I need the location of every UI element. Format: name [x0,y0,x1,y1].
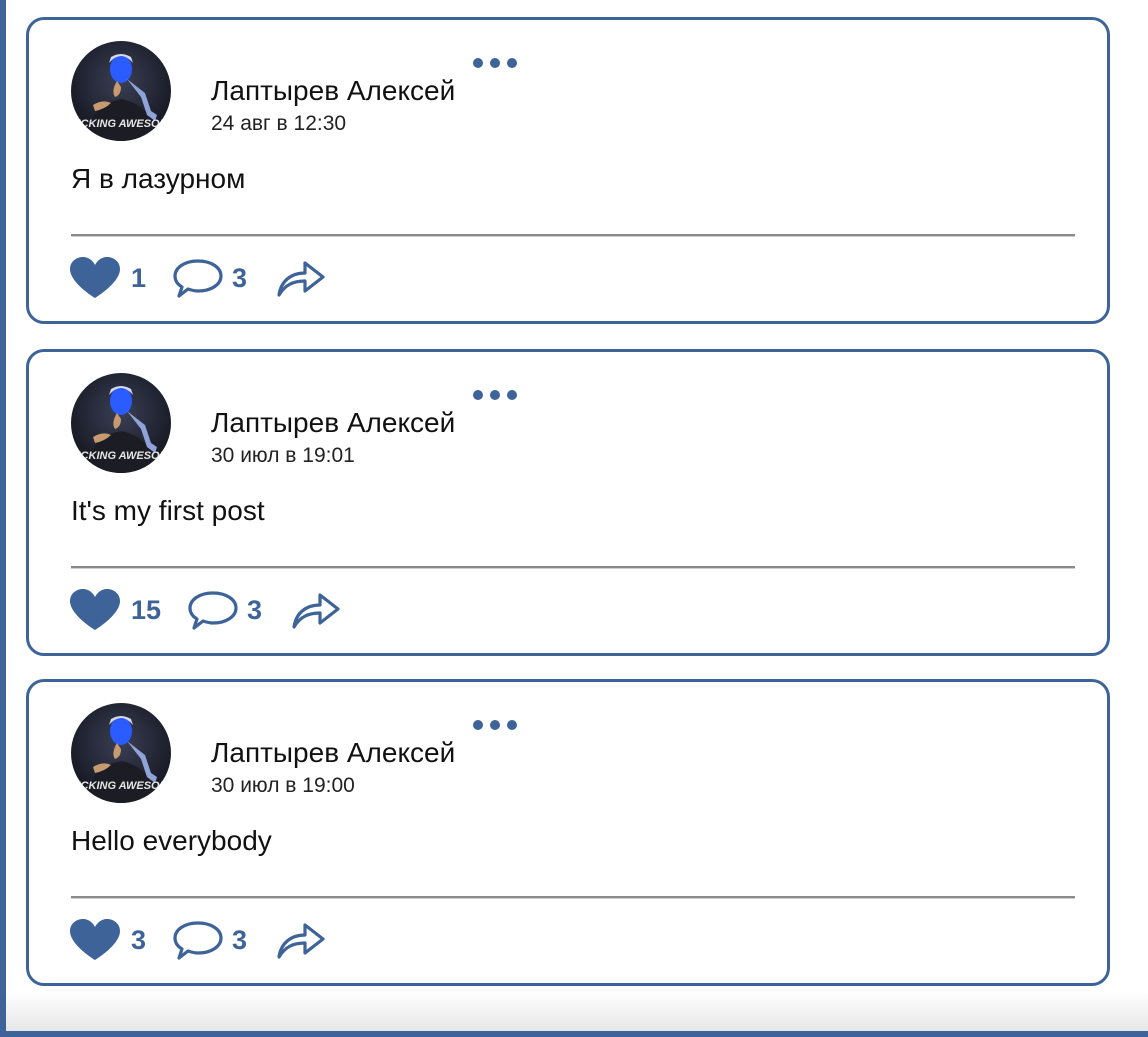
comment-button[interactable]: 3 [187,590,262,630]
more-dots-icon [473,58,483,68]
bottom-border [0,1031,1148,1037]
author-name[interactable]: Лаптырев Алексей [211,737,455,769]
avatar-caption: FUCKING AWESOME [71,780,171,792]
speech-bubble-icon [188,591,238,630]
more-menu-button[interactable] [473,720,517,730]
avatar[interactable]: FUCKING AWESOME [71,703,171,803]
share-arrow-icon [292,593,340,629]
avatar-caption: FUCKING AWESOME [71,118,171,130]
left-border [0,0,6,1037]
more-dots-icon [490,390,500,400]
post-text: Hello everybody [71,825,272,856]
post-text: It's my first post [71,495,265,526]
more-menu-button[interactable] [473,390,517,400]
heart-icon [70,919,120,960]
more-dots-icon [507,390,517,400]
heart-icon [70,589,120,630]
share-button[interactable] [275,919,327,961]
post-divider [71,566,1075,568]
like-count: 1 [131,262,147,293]
share-arrow-icon [277,923,325,959]
like-button[interactable]: 3 [69,919,146,961]
share-button[interactable] [275,257,327,299]
post-card: FUCKING AWESOME Лаптырев Алексей 24 авг … [26,17,1110,324]
comment-count: 3 [247,594,263,625]
share-button[interactable] [290,589,342,631]
more-menu-button[interactable] [473,58,517,68]
comment-count: 3 [232,262,248,293]
post-actions: 15 3 [69,586,342,634]
post-actions: 1 3 [69,254,327,302]
more-dots-icon [473,720,483,730]
more-dots-icon [473,390,483,400]
comment-count: 3 [232,924,248,955]
post-divider [71,234,1075,236]
speech-bubble-icon [173,921,223,960]
like-button[interactable]: 15 [69,589,161,631]
post-text: Я в лазурном [71,163,246,194]
like-count: 15 [131,594,162,625]
post-date[interactable]: 24 авг в 12:30 [211,112,346,136]
post-actions: 3 3 [69,916,327,964]
post-divider [71,896,1075,898]
like-count: 3 [131,924,147,955]
author-name[interactable]: Лаптырев Алексей [211,407,455,439]
like-button[interactable]: 1 [69,257,146,299]
more-dots-icon [490,58,500,68]
comment-button[interactable]: 3 [172,920,247,960]
author-name[interactable]: Лаптырев Алексей [211,75,455,107]
heart-icon [70,257,120,298]
more-dots-icon [490,720,500,730]
more-dots-icon [507,58,517,68]
avatar-caption: FUCKING AWESOME [71,450,171,462]
post-card: FUCKING AWESOME Лаптырев Алексей 30 июл … [26,679,1110,986]
speech-bubble-icon [173,259,223,298]
avatar[interactable]: FUCKING AWESOME [71,373,171,473]
avatar[interactable]: FUCKING AWESOME [71,41,171,141]
more-dots-icon [507,720,517,730]
post-date[interactable]: 30 июл в 19:00 [211,774,355,798]
comment-button[interactable]: 3 [172,258,247,298]
post-date[interactable]: 30 июл в 19:01 [211,444,355,468]
share-arrow-icon [277,261,325,297]
post-card: FUCKING AWESOME Лаптырев Алексей 30 июл … [26,349,1110,656]
